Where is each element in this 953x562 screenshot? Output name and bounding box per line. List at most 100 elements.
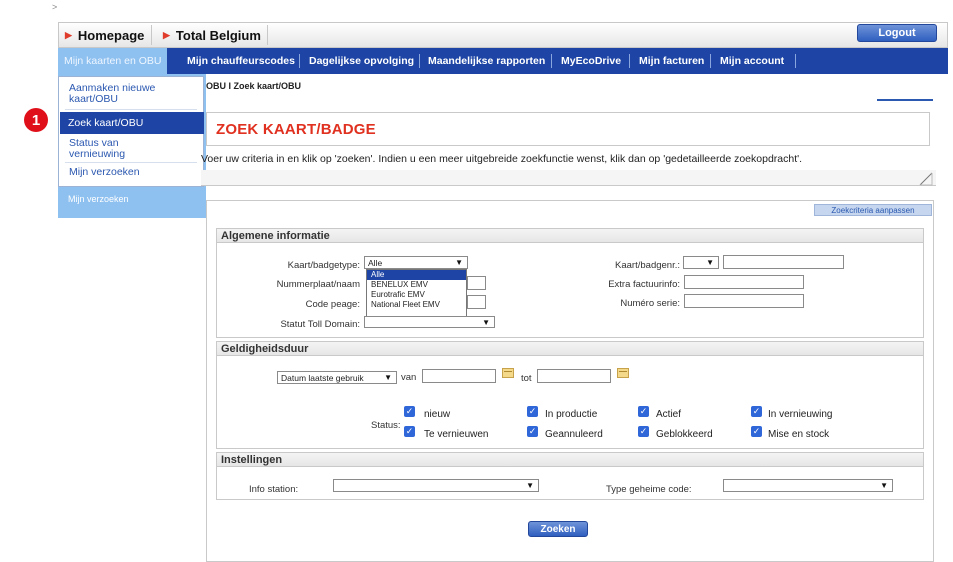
kaarttype-option[interactable]: Alle <box>367 270 466 280</box>
top-marker: > <box>52 2 58 12</box>
chevron-down-icon: ▼ <box>384 373 392 382</box>
left-panel-link-mijn-verzoeken[interactable]: Mijn verzoeken <box>68 194 129 204</box>
logout-button[interactable]: Logout <box>857 24 937 42</box>
checkbox-geannuleerd-label: Geannuleerd <box>545 429 603 440</box>
code-peage-input[interactable] <box>467 295 486 309</box>
section-algemene-title: Algemene informatie <box>217 229 923 243</box>
checkbox-in-vernieuwing[interactable]: ✓ <box>751 406 762 417</box>
section-instellingen: Instellingen <box>216 452 924 500</box>
checkbox-geannuleerd[interactable]: ✓ <box>527 426 538 437</box>
van-label: van <box>401 372 417 383</box>
submenu-item-mijn-verzoeken[interactable]: Mijn verzoeken <box>69 167 140 178</box>
checkbox-actief-label: Actief <box>656 409 682 420</box>
chevron-down-icon: ▼ <box>455 258 463 267</box>
extra-factuurinfo-input[interactable] <box>684 275 804 289</box>
checkbox-te-vernieuwen-label: Te vernieuwen <box>424 429 489 440</box>
kaarttype-option[interactable]: National Fleet EMV <box>367 300 466 310</box>
checkbox-geblokkeerd[interactable]: ✓ <box>638 426 649 437</box>
zoeken-button[interactable]: Zoeken <box>528 521 588 537</box>
kaarttype-select[interactable]: Alle ▼ <box>364 256 468 269</box>
tab-homepage-label: Homepage <box>77 27 145 43</box>
checkbox-nieuw[interactable]: ✓ <box>404 406 415 417</box>
nav-divider <box>710 54 711 68</box>
kaarttype-options-list: Alle BENELUX EMV Eurotrafic EMV National… <box>366 269 467 319</box>
page-title: ZOEK KAART/BADGE <box>216 121 376 138</box>
chevron-down-icon: ▼ <box>880 481 888 490</box>
nav-mijn-account[interactable]: Mijn account <box>720 48 784 74</box>
info-station-select[interactable]: ▼ <box>333 479 539 492</box>
arrow-right-icon: ▶ <box>65 29 72 40</box>
submenu-dropdown: Aanmaken nieuwe kaart/OBU Zoek kaart/OBU… <box>58 76 204 187</box>
statut-toll-label: Statut Toll Domain: <box>280 319 360 330</box>
checkbox-geblokkeerd-label: Geblokkeerd <box>656 429 713 440</box>
type-code-select[interactable]: ▼ <box>723 479 893 492</box>
nav-divider <box>299 54 300 68</box>
date-type-select[interactable]: Datum laatste gebruik ▼ <box>277 371 397 384</box>
checkbox-in-productie[interactable]: ✓ <box>527 406 538 417</box>
checkbox-actief[interactable]: ✓ <box>638 406 649 417</box>
nav-dagelijkse-opvolging[interactable]: Dagelijkse opvolging <box>309 48 414 74</box>
header-divider <box>151 25 152 45</box>
arrow-right-icon: ▶ <box>163 29 170 40</box>
small-link[interactable] <box>877 99 933 101</box>
checkbox-in-productie-label: In productie <box>545 409 598 420</box>
checkbox-nieuw-label: nieuw <box>424 409 451 420</box>
status-label: Status: <box>371 420 401 431</box>
nav-mijn-kaarten[interactable]: Mijn kaarten en OBU <box>58 48 168 74</box>
submenu-item-zoek-kaart[interactable]: Zoek kaart/OBU <box>60 112 204 134</box>
date-type-value: Datum laatste gebruik <box>281 372 364 383</box>
chevron-down-icon: ▼ <box>526 481 534 490</box>
header-divider <box>267 25 268 45</box>
nav-divider <box>419 54 420 68</box>
tot-label: tot <box>521 373 532 384</box>
resize-corner-icon <box>919 172 933 186</box>
numero-serie-label: Numéro serie: <box>620 298 680 309</box>
nummerplaat-label: Nummerplaat/naam <box>276 279 360 290</box>
chevron-down-icon: ▼ <box>482 317 490 327</box>
section-instellingen-title: Instellingen <box>217 453 923 467</box>
tab-homepage[interactable]: ▶ Homepage <box>65 23 144 47</box>
tab-total-belgium[interactable]: ▶ Total Belgium <box>163 23 261 47</box>
breadcrumb: OBU I Zoek kaart/OBU <box>206 81 302 91</box>
submenu-item-aanmaken[interactable]: Aanmaken nieuwe kaart/OBU <box>69 83 155 105</box>
checkbox-mise-en-stock[interactable]: ✓ <box>751 426 762 437</box>
nummerplaat-input[interactable] <box>467 276 486 290</box>
statut-toll-select[interactable]: ▼ <box>364 316 495 328</box>
date-to-input[interactable] <box>537 369 611 383</box>
section-geldigheid-title: Geldigheidsduur <box>217 342 923 356</box>
submenu-item-status-line2: vernieuwing <box>69 148 126 160</box>
calendar-icon[interactable] <box>502 368 514 378</box>
kaarttype-select-value: Alle <box>368 257 383 268</box>
submenu-item-aanmaken-line2: kaart/OBU <box>69 93 119 105</box>
nav-maandelijkse-rapporten[interactable]: Maandelijkse rapporten <box>428 48 545 74</box>
checkbox-te-vernieuwen[interactable]: ✓ <box>404 426 415 437</box>
kaartnr-label: Kaart/badgenr.: <box>615 260 680 271</box>
kaartnr-operator-select[interactable]: ▼ <box>683 256 719 269</box>
code-peage-label: Code peage: <box>305 299 360 310</box>
nav-mijn-facturen[interactable]: Mijn facturen <box>639 48 704 74</box>
zoekcriteria-aanpassen-button[interactable]: Zoekcriteria aanpassen <box>814 204 932 216</box>
nav-divider <box>551 54 552 68</box>
intro-text: Voer uw criteria in en klik op 'zoeken'.… <box>201 153 803 165</box>
date-from-input[interactable] <box>422 369 496 383</box>
nav-divider <box>795 54 796 68</box>
checkbox-in-vernieuwing-label: In vernieuwing <box>768 409 833 420</box>
type-code-label: Type geheime code: <box>606 484 692 495</box>
info-station-label: Info station: <box>249 484 299 495</box>
submenu-divider <box>65 109 197 110</box>
numero-serie-input[interactable] <box>684 294 804 308</box>
kaarttype-label: Kaart/badgetype: <box>287 260 360 271</box>
submenu-item-status-vernieuwing[interactable]: Status van vernieuwing <box>69 138 125 160</box>
calendar-icon[interactable] <box>617 368 629 378</box>
nav-divider <box>629 54 630 68</box>
nav-chauffeurscodes[interactable]: Mijn chauffeurscodes <box>187 48 295 74</box>
nav-myecodrive[interactable]: MyEcoDrive <box>561 48 621 74</box>
submenu-divider <box>65 162 197 163</box>
kaarttype-option[interactable]: BENELUX EMV <box>367 280 466 290</box>
step-badge: 1 <box>24 108 48 132</box>
chevron-down-icon: ▼ <box>706 258 714 267</box>
header-bar: ▶ Homepage ▶ Total Belgium <box>58 22 948 48</box>
kaarttype-option[interactable]: Eurotrafic EMV <box>367 290 466 300</box>
checkbox-mise-en-stock-label: Mise en stock <box>768 429 830 440</box>
kaartnr-input[interactable] <box>723 255 844 269</box>
